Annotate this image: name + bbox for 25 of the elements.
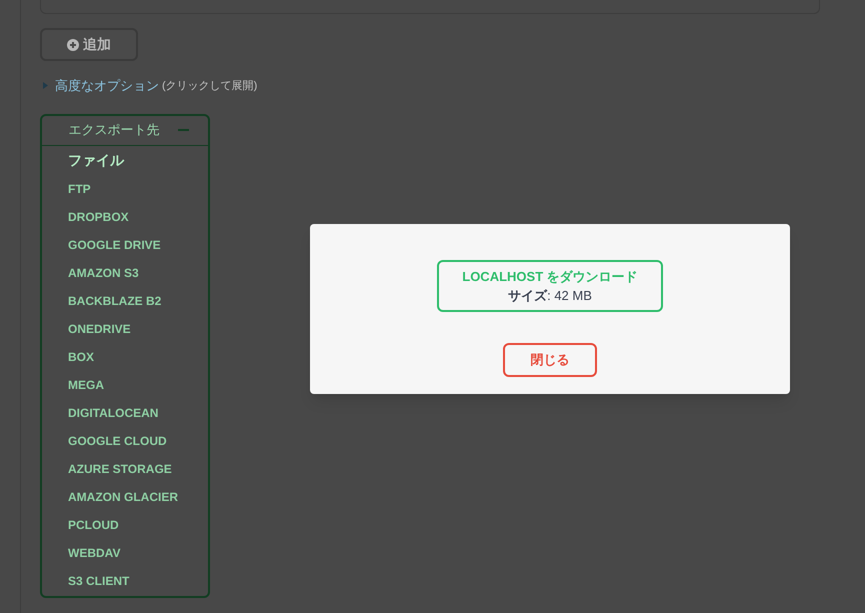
add-button[interactable]: 追加 xyxy=(40,28,138,61)
export-destination-item[interactable]: AMAZON S3 xyxy=(42,258,208,286)
export-panel-title: エクスポート先 xyxy=(68,121,160,140)
export-destination-item[interactable]: ファイル xyxy=(42,146,208,174)
export-destination-item[interactable]: PCLOUD xyxy=(42,510,208,538)
export-destination-item[interactable]: ONEDRIVE xyxy=(42,314,208,342)
export-destination-item[interactable]: S3 CLIENT xyxy=(42,566,208,594)
export-destination-item[interactable]: GOOGLE DRIVE xyxy=(42,230,208,258)
close-button[interactable]: 閉じる xyxy=(503,343,597,377)
download-title: LOCALHOST をダウンロード xyxy=(462,268,638,286)
file-size: サイズ: 42 MB xyxy=(508,287,592,305)
export-destination-item[interactable]: DROPBOX xyxy=(42,202,208,230)
export-destination-item[interactable]: WEBDAV xyxy=(42,538,208,566)
plus-circle-icon xyxy=(67,38,79,50)
export-destination-item[interactable]: FTP xyxy=(42,174,208,202)
export-destination-item[interactable]: BOX xyxy=(42,342,208,370)
export-destination-item[interactable]: AZURE STORAGE xyxy=(42,454,208,482)
export-destination-item[interactable]: DIGITALOCEAN xyxy=(42,398,208,426)
export-destination-item[interactable]: AMAZON GLACIER xyxy=(42,482,208,510)
advanced-options-link[interactable]: 高度なオプション xyxy=(55,76,159,96)
export-destination-item[interactable]: GOOGLE CLOUD xyxy=(42,426,208,454)
export-destination-item[interactable]: MEGA xyxy=(42,370,208,398)
expand-hint: (クリックして展開) xyxy=(162,78,258,94)
download-card[interactable]: LOCALHOST をダウンロード サイズ: 42 MB xyxy=(437,260,663,312)
export-destination-item[interactable]: BACKBLAZE B2 xyxy=(42,286,208,314)
